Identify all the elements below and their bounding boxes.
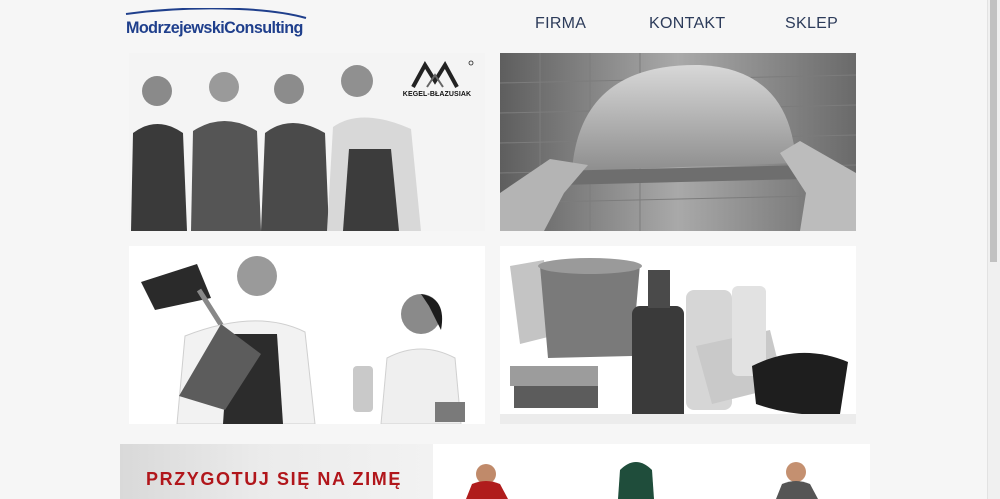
tile-cleaning-supplies[interactable] [500, 246, 856, 424]
winter-promo-banner[interactable]: PRZYGOTUJ SIĘ NA ZIMĘ [120, 444, 870, 499]
site-logo[interactable]: ModrzejewskiConsulting [124, 8, 308, 42]
cleaning-supplies-photo [500, 246, 856, 424]
nav-item-firma[interactable]: FIRMA [535, 15, 586, 33]
banner-models-photo [466, 462, 818, 499]
hard-hat-photo [500, 53, 856, 231]
tile-cleaning-staff[interactable] [129, 246, 485, 424]
kegel-brand-badge: KEGEL-BŁAZUSIAK [397, 59, 477, 101]
logo-text: ModrzejewskiConsulting [126, 18, 303, 37]
page: ModrzejewskiConsulting FIRMA KONTAKT SKL… [0, 0, 1000, 499]
kegel-logo-icon [411, 60, 474, 88]
tile-workwear[interactable]: KEGEL-BŁAZUSIAK [129, 53, 485, 231]
cleaning-staff-photo [129, 246, 485, 424]
kegel-brand-label: KEGEL-BŁAZUSIAK [402, 91, 472, 98]
nav-item-kontakt[interactable]: KONTAKT [649, 15, 725, 33]
tile-safety-helmets[interactable] [500, 53, 856, 231]
page-scrollbar[interactable] [987, 0, 1000, 499]
nav-item-sklep[interactable]: SKLEP [785, 15, 838, 33]
scrollbar-thumb[interactable] [990, 0, 997, 262]
